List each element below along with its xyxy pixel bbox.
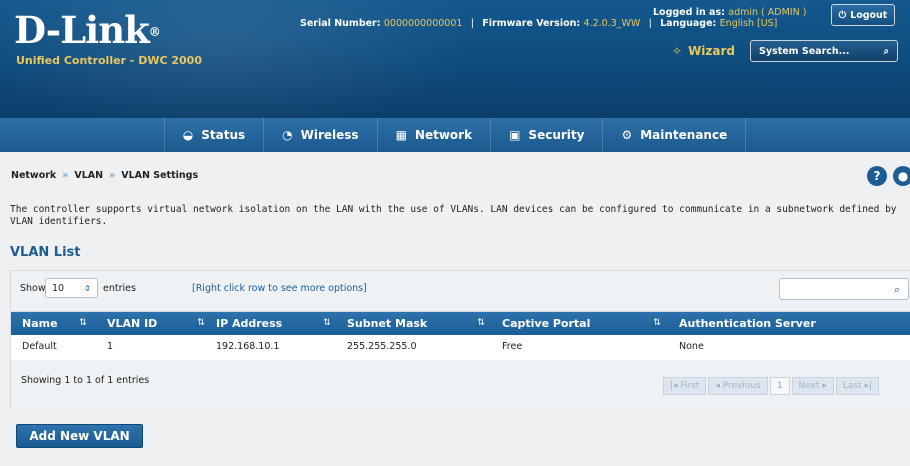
security-icon: ▣: [509, 128, 521, 142]
cell-name: Default: [22, 341, 57, 352]
main-nav: ◒ Status ◔ Wireless ▦ Network ▣ Security ⚙ Ma…: [0, 118, 910, 152]
show-label: Show: [20, 283, 46, 294]
search-icon: ⌕: [893, 283, 900, 296]
current-page-button[interactable]: 1: [769, 377, 790, 395]
breadcrumb-item-network[interactable]: Network: [11, 170, 56, 181]
login-info: Logged in as: admin ( ADMIN ): [653, 7, 807, 18]
cell-vlan-id: 1: [107, 341, 114, 352]
previous-page-button[interactable]: ◂ Previous: [708, 377, 768, 395]
section-title: VLAN List: [10, 245, 81, 260]
column-vlan-id[interactable]: VLAN ID: [107, 312, 157, 335]
next-page-button[interactable]: Next ▸: [791, 377, 834, 395]
breadcrumb-item-vlan[interactable]: VLAN: [74, 170, 103, 181]
entries-select[interactable]: 10 ⇕: [45, 278, 98, 298]
sort-icon[interactable]: ⇅: [77, 317, 89, 329]
cell-authentication-server: None: [679, 341, 704, 352]
vlan-table-panel: Show 10 ⇕ entries [Right click row to se…: [10, 270, 910, 410]
table-controls: Show 10 ⇕ entries [Right click row to se…: [11, 271, 910, 312]
app-header: D-Link® Unified Controller - DWC 2000 Lo…: [0, 0, 910, 118]
table-search-input[interactable]: ⌕: [779, 278, 909, 300]
cell-ip-address: 192.168.10.1: [216, 341, 280, 352]
search-icon: ⌕: [883, 45, 889, 57]
sort-icon[interactable]: ⇅: [651, 317, 663, 329]
maintenance-icon: ⚙: [621, 128, 633, 142]
logout-button[interactable]: ⏻ Logout: [831, 4, 895, 26]
column-subnet-mask[interactable]: Subnet Mask: [347, 312, 427, 335]
table-footer: Showing 1 to 1 of 1 entries |◂ First ◂ P…: [11, 361, 910, 410]
wireless-icon: ◔: [282, 128, 293, 142]
info-icon[interactable]: ●: [893, 166, 910, 186]
right-click-hint: [Right click row to see more options]: [192, 283, 367, 294]
column-authentication-server[interactable]: Authentication Server: [679, 312, 816, 335]
last-page-button[interactable]: Last ▸|: [835, 377, 880, 395]
breadcrumb-item-current: VLAN Settings: [121, 170, 199, 181]
breadcrumb-separator-icon: »: [62, 170, 69, 181]
nav-status[interactable]: ◒ Status: [163, 118, 265, 152]
breadcrumb-separator-icon: »: [109, 170, 116, 181]
pagination: |◂ First ◂ Previous 1 Next ▸ Last ▸|: [663, 377, 880, 395]
cell-subnet-mask: 255.255.255.0: [347, 341, 417, 352]
entries-label: entries: [103, 283, 136, 294]
nav-wireless[interactable]: ◔ Wireless: [264, 118, 378, 152]
cell-captive-portal: Free: [502, 341, 523, 352]
status-icon: ◒: [182, 128, 194, 142]
power-icon: ⏻: [838, 9, 847, 21]
column-name[interactable]: Name: [22, 312, 58, 335]
sort-icon[interactable]: ⇅: [321, 317, 333, 329]
sort-icon[interactable]: ⇅: [475, 317, 487, 329]
first-page-button[interactable]: |◂ First: [663, 377, 707, 395]
product-name: Unified Controller - DWC 2000: [16, 54, 202, 67]
page-description: The controller supports virtual network …: [10, 204, 897, 227]
nav-network[interactable]: ▦ Network: [378, 118, 492, 152]
language-link[interactable]: English [US]: [720, 18, 778, 29]
help-icon[interactable]: ?: [867, 166, 887, 186]
add-new-vlan-button[interactable]: Add New VLAN: [16, 424, 143, 448]
nav-security[interactable]: ▣ Security: [491, 118, 604, 152]
network-icon: ▦: [395, 128, 407, 142]
wizard-link[interactable]: ✧ Wizard: [672, 44, 735, 58]
column-ip-address[interactable]: IP Address: [216, 312, 282, 335]
breadcrumb: Network » VLAN » VLAN Settings: [11, 170, 198, 181]
column-captive-portal[interactable]: Captive Portal: [502, 312, 590, 335]
wizard-icon: ✧: [672, 44, 683, 58]
nav-maintenance[interactable]: ⚙ Maintenance: [603, 118, 747, 152]
system-search-input[interactable]: System Search... ⌕: [750, 40, 898, 62]
system-meta: Serial Number: 0000000000001 | Firmware …: [300, 18, 778, 29]
dropdown-arrows-icon: ⇕: [84, 283, 91, 293]
showing-entries: Showing 1 to 1 of 1 entries: [21, 375, 150, 386]
table-row[interactable]: Default 1 192.168.10.1 255.255.255.0 Fre…: [11, 335, 910, 361]
brand-logo: D-Link®: [14, 8, 161, 52]
table-header: Name ⇅ VLAN ID ⇅ IP Address ⇅ Subnet Mas…: [11, 312, 910, 335]
sort-icon[interactable]: ⇅: [195, 317, 207, 329]
